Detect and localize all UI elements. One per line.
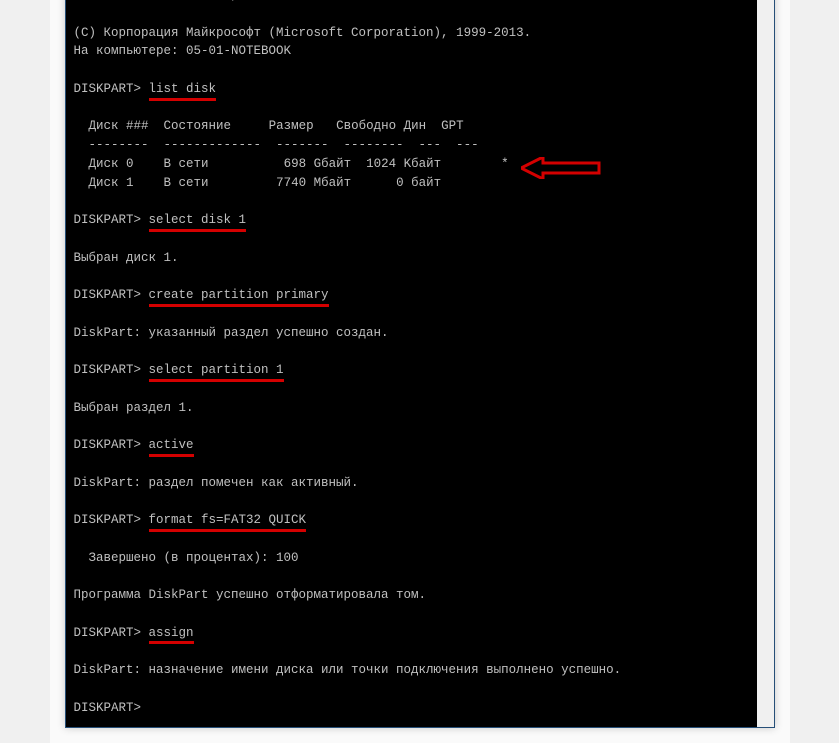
terminal-output[interactable]: D:\Ustanovkaos.ru>diskpart Microsoft Dis… — [66, 0, 757, 727]
th-size: Размер — [269, 119, 314, 133]
arrow-annotation — [521, 120, 601, 142]
td-status: В сети — [164, 157, 209, 171]
cmd-active: active — [149, 436, 194, 455]
msg-partition-created: DiskPart: указанный раздел успешно созда… — [74, 326, 389, 340]
td-status: В сети — [164, 176, 209, 190]
td-free: 1024 Kбайт — [366, 157, 441, 171]
dp-prompt: DISKPART> — [74, 438, 149, 452]
msg-assigned: DiskPart: назначение имени диска или точ… — [74, 663, 622, 677]
msg-active: DiskPart: раздел помечен как активный. — [74, 476, 359, 490]
td-free: 0 байт — [396, 176, 441, 190]
cmd-select-partition: select partition 1 — [149, 361, 284, 380]
th-dyn: Дин — [404, 119, 427, 133]
copyright-line: (C) Корпорация Майкрософт (Microsoft Cor… — [74, 26, 532, 40]
terminal-area: D:\Ustanovkaos.ru>diskpart Microsoft Dis… — [66, 0, 774, 727]
dp-prompt: DISKPART> — [74, 288, 149, 302]
td-disk: Диск 0 — [89, 157, 134, 171]
dp-prompt: DISKPART> — [74, 213, 149, 227]
cmd-window: Администратор: Командная строка - diskpa… — [65, 0, 775, 728]
cmd-list-disk: list disk — [149, 80, 217, 99]
dp-prompt: DISKPART> — [74, 513, 149, 527]
msg-progress: Завершено (в процентах): 100 — [74, 551, 299, 565]
dp-prompt: DISKPART> — [74, 82, 149, 96]
version-line: Microsoft DiskPart версии 6.3.9600 — [74, 0, 329, 2]
computer-line: На компьютере: 05-01-NOTEBOOK — [74, 44, 292, 58]
th-disk: Диск ### — [89, 119, 149, 133]
cmd-create-partition: create partition primary — [149, 286, 329, 305]
final-prompt: DISKPART> — [74, 701, 149, 715]
scrollbar[interactable]: ▲ — [757, 0, 774, 727]
dp-prompt: DISKPART> — [74, 363, 149, 377]
cmd-select-disk: select disk 1 — [149, 211, 247, 230]
msg-partition-selected: Выбран раздел 1. — [74, 401, 194, 415]
td-size: 7740 Mбайт — [276, 176, 351, 190]
th-free: Свободно — [336, 119, 396, 133]
td-disk: Диск 1 — [89, 176, 134, 190]
cmd-format: format fs=FAT32 QUICK — [149, 511, 307, 530]
th-gpt: GPT — [441, 119, 464, 133]
td-size: 698 Gбайт — [284, 157, 352, 171]
arrow-icon — [521, 157, 601, 179]
msg-disk-selected: Выбран диск 1. — [74, 251, 179, 265]
dp-prompt: DISKPART> — [74, 626, 149, 640]
msg-formatted: Программа DiskPart успешно отформатирова… — [74, 588, 427, 602]
td-gpt: * — [501, 157, 509, 171]
th-status: Состояние — [164, 119, 232, 133]
